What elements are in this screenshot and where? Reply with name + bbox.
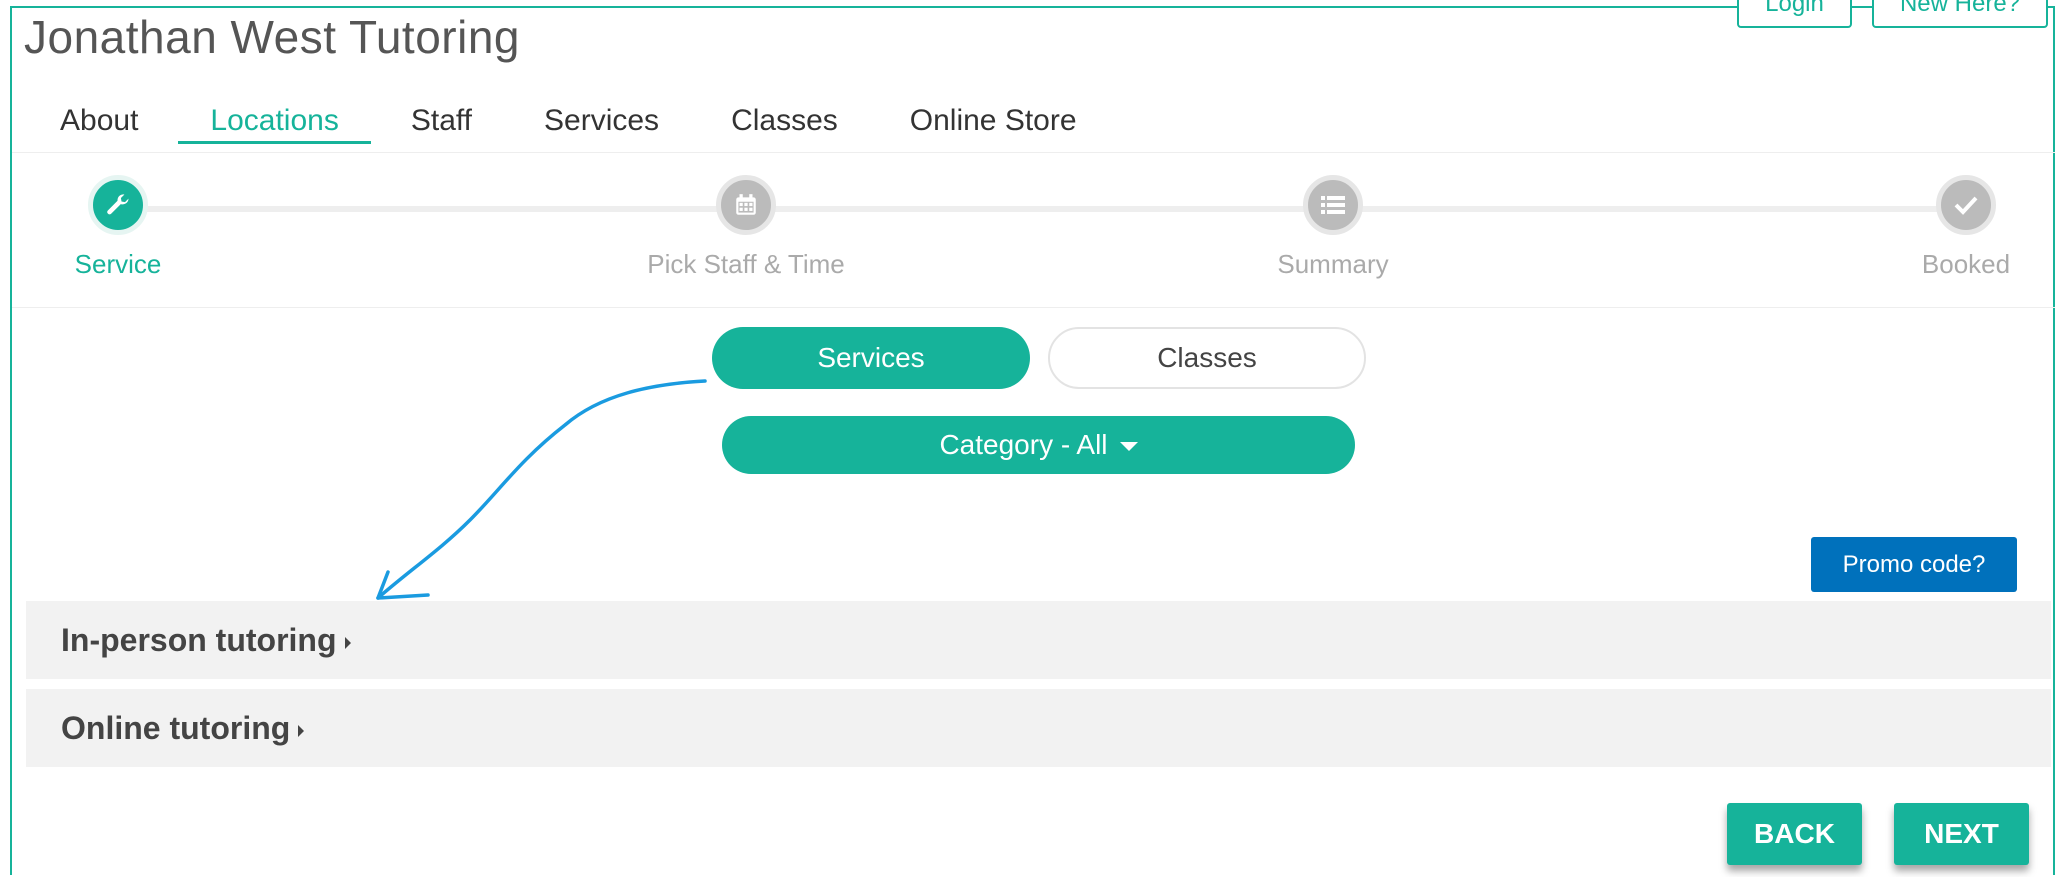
nav-item-about[interactable]: About: [28, 98, 170, 144]
nav-divider: [12, 152, 2055, 153]
nav-item-services[interactable]: Services: [512, 98, 691, 144]
new-here-button[interactable]: New Here?: [1872, 0, 2048, 28]
step-label: Service: [74, 249, 162, 279]
step-booked[interactable]: Booked: [1866, 175, 2057, 280]
caret-right-icon: [298, 724, 305, 737]
step-summary[interactable]: Summary: [1233, 175, 1433, 280]
nav-item-online-store[interactable]: Online Store: [878, 98, 1109, 144]
caret-right-icon: [344, 636, 351, 649]
calendar-icon: [716, 175, 776, 235]
step-label: Booked: [1921, 249, 2011, 279]
service-group-in-person[interactable]: In-person tutoring: [26, 601, 2051, 679]
step-pick-staff-time[interactable]: Pick Staff & Time: [646, 175, 846, 280]
category-dropdown[interactable]: Category - All: [722, 416, 1355, 474]
step-label: Pick Staff & Time: [647, 249, 845, 279]
nav-item-classes[interactable]: Classes: [699, 98, 870, 144]
steps-divider: [12, 307, 2055, 308]
nav-item-locations[interactable]: Locations: [178, 98, 371, 144]
list-icon: [1303, 175, 1363, 235]
back-button[interactable]: BACK: [1727, 803, 1862, 865]
progress-track: [107, 206, 1992, 212]
next-button[interactable]: NEXT: [1894, 803, 2029, 865]
step-label: Summary: [1277, 249, 1389, 279]
check-icon: [1936, 175, 1996, 235]
step-service[interactable]: Service: [18, 175, 218, 280]
main-nav: About Locations Staff Services Classes O…: [28, 98, 1117, 152]
category-label: Category - All: [939, 429, 1108, 460]
service-group-label: Online tutoring: [61, 710, 291, 746]
login-button[interactable]: Login: [1737, 0, 1852, 28]
caret-down-icon: [1119, 442, 1138, 452]
wrench-icon: [88, 175, 148, 235]
service-group-label: In-person tutoring: [61, 622, 337, 658]
classes-toggle-button[interactable]: Classes: [1048, 327, 1366, 389]
nav-item-staff[interactable]: Staff: [379, 98, 504, 144]
site-title: Jonathan West Tutoring: [24, 11, 520, 63]
promo-code-button[interactable]: Promo code?: [1811, 537, 2017, 592]
booking-progress: Service Pick Staff & Time Summary Booked: [12, 170, 2055, 308]
services-toggle-button[interactable]: Services: [712, 327, 1030, 389]
service-group-online[interactable]: Online tutoring: [26, 689, 2051, 767]
